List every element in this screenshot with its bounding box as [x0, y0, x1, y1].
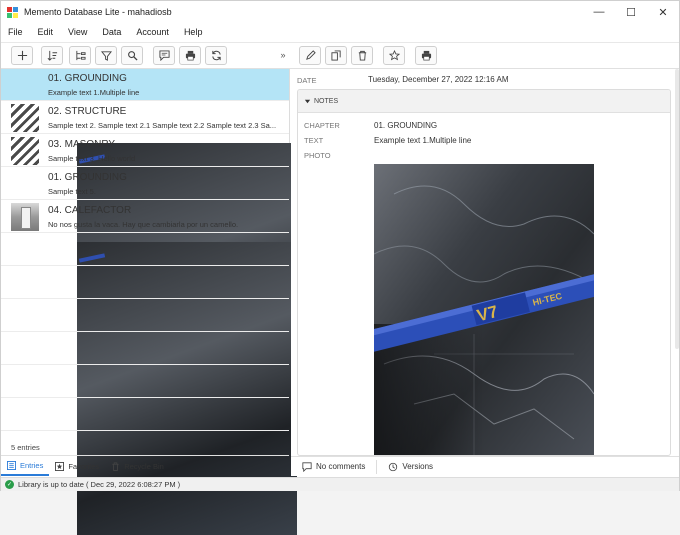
- favorite-button[interactable]: [383, 46, 405, 65]
- filter-icon: [100, 51, 112, 61]
- entry-title: 03. MASONRY: [48, 139, 116, 150]
- entry-detail-pane: DATE Tuesday, December 27, 2022 12:16 AM…: [291, 69, 679, 476]
- print-icon: [185, 50, 195, 61]
- entry-description: No nos gusta la vaca. Hay que cambiarla …: [48, 220, 239, 229]
- search-icon: [127, 51, 138, 61]
- chapter-value: 01. GROUNDING: [374, 121, 438, 130]
- entry-photo[interactable]: V7 HI-TEC: [374, 164, 594, 455]
- print-entry-button[interactable]: [415, 46, 437, 65]
- list-item[interactable]: 04. CALEFACTOR No nos gusta la vaca. Hay…: [1, 201, 289, 233]
- window-title: Memento Database Lite - mahadiosb: [24, 7, 172, 17]
- chapter-label: CHAPTER: [304, 121, 340, 130]
- menu-account[interactable]: Account: [135, 27, 170, 37]
- filter-button[interactable]: [95, 46, 117, 65]
- copy-entry-button[interactable]: [325, 46, 347, 65]
- entry-description: Sample text 2. Sample text 2.1 Sample te…: [48, 121, 277, 130]
- collapse-list-button[interactable]: »: [276, 48, 290, 62]
- entries-pane: 01. GROUNDING Example text 1.Multiple li…: [1, 69, 297, 535]
- check-circle-icon: ✓: [5, 480, 14, 489]
- add-entry-button[interactable]: [11, 46, 33, 65]
- tab-recycle-bin-label: Recycle Bin: [124, 461, 164, 471]
- copy-icon: [330, 50, 341, 61]
- detail-scrollbar[interactable]: [675, 69, 679, 349]
- edit-entry-button[interactable]: [299, 46, 321, 65]
- star-box-icon: [55, 461, 65, 471]
- window-controls: — ☐ ✕: [583, 1, 679, 23]
- group-button[interactable]: [69, 46, 91, 65]
- tab-favorites-label: Favorites: [68, 461, 100, 471]
- menu-help[interactable]: Help: [183, 27, 204, 37]
- date-value: Tuesday, December 27, 2022 12:16 AM: [368, 75, 509, 84]
- edit-icon: [305, 50, 316, 60]
- menu-bar: File Edit View Data Account Help: [1, 23, 679, 41]
- trash-icon: [112, 461, 119, 471]
- entry-thumbnail: [11, 203, 39, 231]
- bottom-tabs: Entries Favorites Recycle Bin: [1, 456, 289, 476]
- comment-icon: [302, 461, 312, 472]
- sync-icon: [211, 50, 221, 61]
- menu-file[interactable]: File: [7, 27, 24, 37]
- history-icon: [389, 462, 398, 471]
- entry-thumbnail-placeholder: [11, 137, 39, 165]
- comment-button[interactable]: [153, 46, 175, 65]
- delete-entry-button[interactable]: [351, 46, 373, 65]
- add-icon: [17, 50, 27, 61]
- entry-title: 01. GROUNDING: [48, 73, 127, 84]
- app-logo-icon: [7, 6, 18, 18]
- photo-label: PHOTO: [304, 151, 331, 160]
- print-list-button[interactable]: [179, 46, 201, 65]
- entry-description: Sample text 5.: [48, 187, 96, 196]
- entry-description: Sample text 3. Hello world: [48, 154, 136, 163]
- entry-description: Example text 1.Multiple line: [48, 88, 140, 97]
- notes-section: NOTES CHAPTER 01. GROUNDING TEXT Example…: [297, 89, 671, 456]
- menu-data[interactable]: Data: [101, 27, 122, 37]
- list-item[interactable]: 03. MASONRY Sample text 3. Hello world: [1, 135, 289, 167]
- tab-entries[interactable]: Entries: [1, 456, 50, 476]
- entry-count: 5 entries: [11, 443, 40, 452]
- detail-footer: No comments Versions: [291, 456, 679, 476]
- close-button[interactable]: ✕: [647, 1, 679, 23]
- sort-icon: [47, 50, 57, 61]
- versions-label: Versions: [402, 462, 434, 471]
- notes-header[interactable]: NOTES: [298, 90, 670, 113]
- versions-button[interactable]: Versions: [377, 457, 444, 477]
- entry-title: 04. CALEFACTOR: [48, 205, 132, 216]
- app-window: Memento Database Lite - mahadiosb — ☐ ✕ …: [0, 0, 680, 535]
- entry-title: 02. STRUCTURE: [48, 106, 127, 117]
- text-value: Example text 1.Multiple line: [374, 136, 472, 145]
- text-label: TEXT: [304, 136, 324, 145]
- list-icon: [7, 460, 16, 470]
- entry-thumbnail: [77, 242, 297, 535]
- menu-edit[interactable]: Edit: [37, 27, 55, 37]
- minimize-button[interactable]: —: [583, 1, 615, 23]
- toolbar: »: [1, 42, 679, 69]
- comments-button[interactable]: No comments: [291, 457, 376, 477]
- caret-down-icon: [304, 99, 311, 103]
- comments-label: No comments: [316, 462, 366, 471]
- sort-button[interactable]: [41, 46, 63, 65]
- entry-title: 01. GROUNDING: [48, 172, 127, 183]
- menu-view[interactable]: View: [67, 27, 88, 37]
- print-icon: [421, 50, 431, 61]
- list-item[interactable]: 01. GROUNDING Example text 1.Multiple li…: [1, 69, 297, 436]
- group-icon: [75, 50, 86, 61]
- sync-button[interactable]: [205, 46, 227, 65]
- entry-thumbnail-placeholder: [11, 104, 39, 132]
- notes-header-label: NOTES: [314, 97, 339, 105]
- tab-favorites[interactable]: Favorites: [49, 456, 105, 476]
- date-label: DATE: [297, 76, 317, 85]
- delete-icon: [358, 50, 366, 61]
- favorite-icon: [388, 50, 400, 61]
- search-button[interactable]: [121, 46, 143, 65]
- title-bar: Memento Database Lite - mahadiosb — ☐ ✕: [1, 1, 679, 23]
- list-item[interactable]: 02. STRUCTURE Sample text 2. Sample text…: [1, 102, 289, 134]
- status-text: Library is up to date ( Dec 29, 2022 6:0…: [18, 480, 181, 489]
- maximize-button[interactable]: ☐: [615, 1, 647, 23]
- tab-recycle-bin[interactable]: Recycle Bin: [105, 456, 170, 476]
- comment-icon: [158, 50, 170, 61]
- list-item[interactable]: 01. GROUNDING Sample text 5.: [1, 168, 297, 535]
- photo-image: V7 HI-TEC: [374, 164, 594, 455]
- tab-entries-label: Entries: [20, 460, 44, 470]
- status-bar: ✓ Library is up to date ( Dec 29, 2022 6…: [1, 477, 679, 491]
